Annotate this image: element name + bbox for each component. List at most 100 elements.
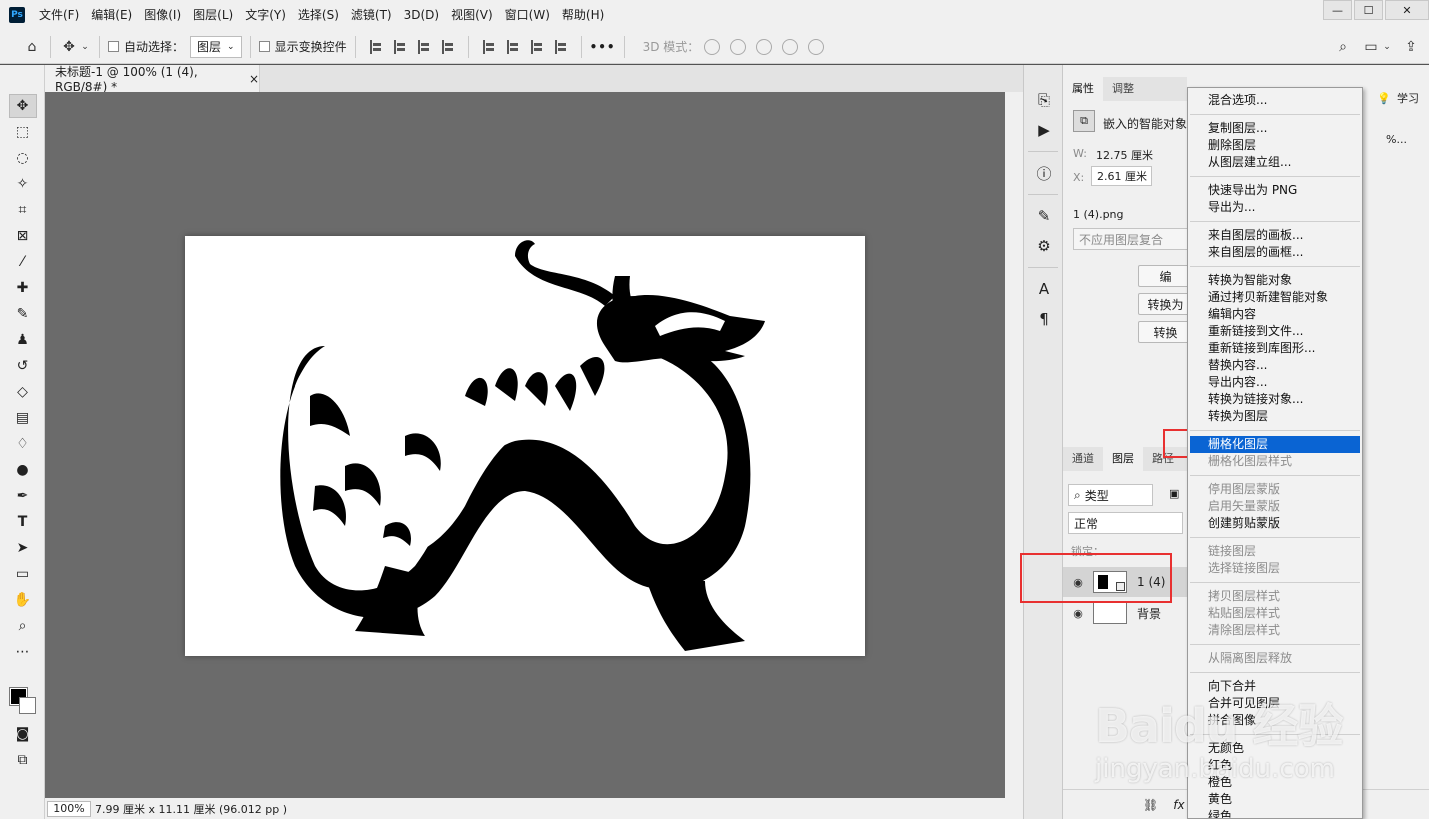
context-menu-item[interactable]: 删除图层 — [1188, 137, 1362, 154]
vertical-scrollbar[interactable] — [1005, 92, 1023, 798]
move-tool[interactable]: ✥ — [0, 93, 45, 119]
crop-tool[interactable]: ⌗ — [0, 197, 45, 223]
distribute-vertical-icon[interactable] — [554, 39, 567, 54]
context-menu-item[interactable]: 替换内容... — [1188, 357, 1362, 374]
eyedropper-tool[interactable]: ⁄ — [0, 249, 45, 275]
document-dimensions[interactable]: 7.99 厘米 x 11.11 厘米 (96.012 pp ) — [95, 801, 287, 817]
context-menu-item[interactable]: 从图层建立组... — [1188, 154, 1362, 171]
show-transform-checkbox[interactable] — [258, 41, 270, 52]
x-input[interactable]: 2.61 厘米 — [1091, 166, 1152, 186]
eraser-tool[interactable]: ◇ — [0, 379, 45, 405]
chevron-down-icon[interactable]: ⌄ — [79, 42, 91, 52]
tab-layers[interactable]: 图层 — [1103, 447, 1143, 471]
frame-tool[interactable]: ⊠ — [0, 223, 45, 249]
menu-item[interactable]: 选择(S) — [292, 0, 345, 30]
context-menu-item[interactable]: 转换为图层 — [1188, 408, 1362, 425]
context-menu-item[interactable]: 编辑内容 — [1188, 306, 1362, 323]
context-menu-item[interactable]: 来自图层的画板... — [1188, 227, 1362, 244]
edit-contents-button[interactable]: 编 — [1138, 265, 1193, 287]
3d-rotate-icon[interactable] — [704, 38, 721, 55]
zoom-field[interactable]: 100% — [47, 800, 91, 817]
home-icon[interactable]: ⌂ — [22, 39, 42, 55]
context-menu-item[interactable]: 转换为链接对象... — [1188, 391, 1362, 408]
distribute-icon[interactable] — [441, 39, 454, 54]
zoom-tool[interactable]: ⌕ — [0, 613, 45, 639]
tab-channels[interactable]: 通道 — [1063, 447, 1103, 471]
context-menu-item[interactable]: 导出内容... — [1188, 374, 1362, 391]
context-menu-item[interactable]: 栅格化图层 — [1190, 436, 1360, 453]
menu-item[interactable]: 文件(F) — [33, 0, 85, 30]
menu-item[interactable]: 编辑(E) — [85, 0, 138, 30]
context-menu-item[interactable]: 重新链接到文件... — [1188, 323, 1362, 340]
character-icon[interactable]: A — [1024, 274, 1064, 304]
menu-item[interactable]: 视图(V) — [445, 0, 499, 30]
context-menu-item[interactable]: 导出为... — [1188, 199, 1362, 216]
screen-mode-tool[interactable]: ⧉ — [0, 747, 45, 773]
blur-tool[interactable]: ♢ — [0, 431, 45, 457]
brush-tool[interactable]: ✎ — [0, 301, 45, 327]
menu-item[interactable]: 帮助(H) — [556, 0, 610, 30]
convert-to-layers-button[interactable]: 转换为 — [1138, 293, 1193, 315]
context-menu-item[interactable]: 通过拷贝新建智能对象 — [1188, 289, 1362, 306]
info-icon[interactable]: ⓘ — [1024, 158, 1064, 188]
align-middle-icon[interactable] — [506, 39, 519, 54]
layer-comp-select[interactable]: 不应用图层复合 — [1073, 228, 1188, 250]
eye-icon[interactable]: ◉ — [1063, 607, 1093, 620]
context-menu-item[interactable]: 混合选项... — [1188, 92, 1362, 109]
brushes-icon[interactable]: ✎ — [1024, 201, 1064, 231]
document-canvas[interactable] — [185, 236, 865, 656]
document-tab[interactable]: 未标题-1 @ 100% (1 (4), RGB/8#) * × — [45, 65, 260, 94]
history-icon[interactable]: ⎘ — [1024, 85, 1064, 115]
context-menu-item[interactable]: 复制图层... — [1188, 120, 1362, 137]
gradient-tool[interactable]: ▤ — [0, 405, 45, 431]
canvas-area[interactable] — [45, 92, 1005, 798]
align-right-icon[interactable] — [417, 39, 430, 54]
maximize-button[interactable]: ☐ — [1354, 0, 1383, 20]
context-menu-item[interactable]: 转换为智能对象 — [1188, 272, 1362, 289]
context-menu-item[interactable]: 黄色 — [1188, 791, 1362, 808]
rectangle-tool[interactable]: ▭ — [0, 561, 45, 587]
context-menu-item[interactable]: 绿色 — [1188, 808, 1362, 818]
3d-drag-icon[interactable] — [756, 38, 773, 55]
tab-adjustments[interactable]: 调整 — [1103, 77, 1143, 101]
type-tool[interactable]: T — [0, 509, 45, 535]
link-layers-icon[interactable]: ⛓ — [1143, 798, 1158, 812]
3d-roll-icon[interactable] — [730, 38, 747, 55]
magic-wand-tool[interactable]: ✧ — [0, 171, 45, 197]
3d-slide-icon[interactable] — [782, 38, 799, 55]
layer-filter-select[interactable]: ⌕ 类型 — [1068, 484, 1153, 506]
learn-tab[interactable]: 💡 学习 — [1377, 90, 1419, 106]
chevron-down-icon[interactable]: ⌄ — [1381, 42, 1393, 52]
convert-to-linked-button[interactable]: 转换 — [1138, 321, 1193, 343]
align-center-icon[interactable] — [393, 39, 406, 54]
close-tab-icon[interactable]: × — [249, 72, 259, 86]
pen-tool[interactable]: ✒ — [0, 483, 45, 509]
background-color-swatch[interactable] — [19, 697, 36, 714]
actions-play-icon[interactable]: ▶ — [1024, 115, 1064, 145]
width-value[interactable]: 12.75 厘米 — [1096, 147, 1153, 163]
hand-tool[interactable]: ✋ — [0, 587, 45, 613]
align-left-icon[interactable] — [369, 39, 382, 54]
quick-mask-tool[interactable]: ◙ — [0, 721, 45, 747]
image-filter-icon[interactable]: ▣ — [1169, 487, 1179, 500]
search-icon[interactable]: ⌕ — [1333, 39, 1353, 55]
menu-item[interactable]: 3D(D) — [398, 0, 445, 30]
context-menu-item[interactable]: 快速导出为 PNG — [1188, 182, 1362, 199]
auto-select-dropdown[interactable]: 图层 ⌄ — [190, 35, 242, 58]
align-top-icon[interactable] — [482, 39, 495, 54]
auto-select-checkbox[interactable] — [108, 41, 119, 52]
lasso-tool[interactable]: ◌ — [0, 145, 45, 171]
history-brush-tool[interactable]: ↺ — [0, 353, 45, 379]
path-selection-tool[interactable]: ➤ — [0, 535, 45, 561]
menu-item[interactable]: 图像(I) — [138, 0, 187, 30]
blend-mode-select[interactable]: 正常 — [1068, 512, 1183, 534]
context-menu-item[interactable]: 创建剪贴蒙版 — [1188, 515, 1362, 532]
brush-settings-icon[interactable]: ⚙ — [1024, 231, 1064, 261]
context-menu-item[interactable]: 重新链接到库图形... — [1188, 340, 1362, 357]
more-options-button[interactable]: ••• — [590, 40, 616, 54]
close-button[interactable]: ✕ — [1385, 0, 1429, 20]
stamp-tool[interactable]: ♟ — [0, 327, 45, 353]
workspace-icon[interactable]: ▭ — [1361, 39, 1381, 55]
minimize-button[interactable]: — — [1323, 0, 1352, 20]
fx-button[interactable]: fx — [1173, 798, 1184, 812]
